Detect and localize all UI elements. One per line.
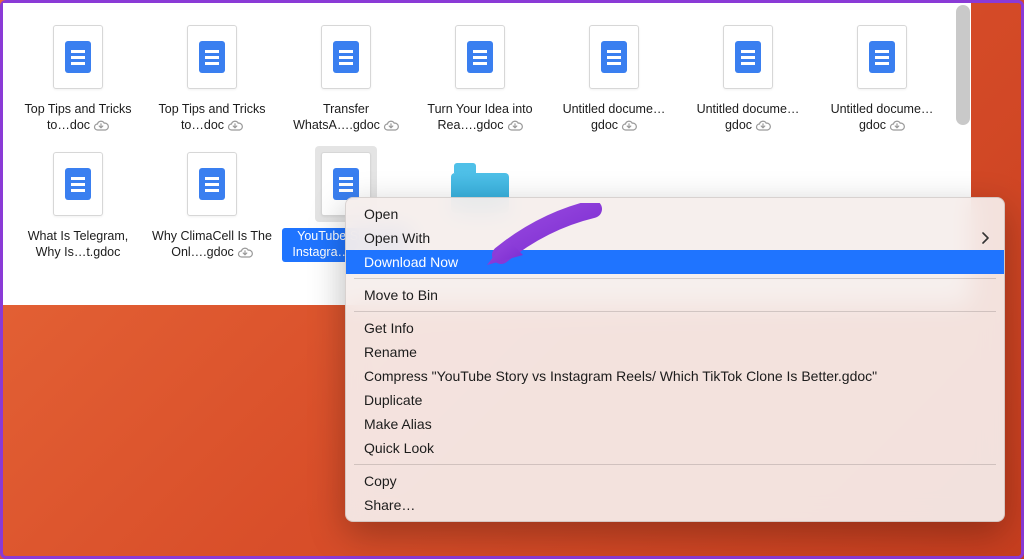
file-item[interactable]: Top Tips and Tricks to…doc [145,15,279,142]
menu-quick-look[interactable]: Quick Look [346,436,1004,460]
gdoc-icon [181,19,243,95]
menu-open-with-label: Open With [364,230,430,246]
file-item[interactable]: Why ClimaCell Is The Onl….gdoc [145,142,279,269]
menu-move-to-bin[interactable]: Move to Bin [346,283,1004,307]
menu-compress[interactable]: Compress "YouTube Story vs Instagram Ree… [346,364,1004,388]
menu-rename[interactable]: Rename [346,340,1004,364]
menu-share[interactable]: Share… [346,493,1004,517]
file-label: Untitled docume…gdoc [684,101,812,134]
menu-get-info[interactable]: Get Info [346,316,1004,340]
cloud-download-icon [889,118,905,134]
cloud-download-icon [383,118,399,134]
cloud-download-icon [507,118,523,134]
file-item[interactable]: Turn Your Idea into Rea….gdoc [413,15,547,142]
file-label: Transfer WhatsA….gdoc [282,101,410,134]
gdoc-icon [181,146,243,222]
cloud-download-icon [93,118,109,134]
file-item[interactable]: Transfer WhatsA….gdoc [279,15,413,142]
cloud-download-icon [227,118,243,134]
cloud-download-icon [237,245,253,261]
file-label: Turn Your Idea into Rea….gdoc [416,101,544,134]
gdoc-icon [315,19,377,95]
gdoc-icon [47,146,109,222]
menu-separator [354,278,996,279]
file-label: Top Tips and Tricks to…doc [14,101,142,134]
gdoc-icon [717,19,779,95]
chevron-right-icon [982,232,990,244]
file-item[interactable]: Untitled docume…gdoc [681,15,815,142]
file-item[interactable]: What Is Telegram, Why Is…t.gdoc [11,142,145,269]
file-item[interactable]: Untitled docume…gdoc [547,15,681,142]
gdoc-icon [47,19,109,95]
menu-open[interactable]: Open [346,202,1004,226]
gdoc-icon [449,19,511,95]
file-label: Untitled docume…gdoc [818,101,946,134]
gdoc-icon [851,19,913,95]
menu-make-alias[interactable]: Make Alias [346,412,1004,436]
gdoc-icon [583,19,645,95]
file-label: Untitled docume…gdoc [550,101,678,134]
menu-duplicate[interactable]: Duplicate [346,388,1004,412]
scrollbar[interactable] [956,5,970,125]
cloud-download-icon [755,118,771,134]
cloud-download-icon [621,118,637,134]
file-item[interactable]: Untitled docume…gdoc [815,15,949,142]
menu-separator [354,464,996,465]
file-item[interactable]: Top Tips and Tricks to…doc [11,15,145,142]
menu-copy[interactable]: Copy [346,469,1004,493]
menu-download-now[interactable]: Download Now [346,250,1004,274]
context-menu: Open Open With Download Now Move to Bin … [345,197,1005,522]
file-label: What Is Telegram, Why Is…t.gdoc [14,228,142,261]
file-label: Why ClimaCell Is The Onl….gdoc [148,228,276,261]
file-label: Top Tips and Tricks to…doc [148,101,276,134]
menu-open-with[interactable]: Open With [346,226,1004,250]
menu-separator [354,311,996,312]
